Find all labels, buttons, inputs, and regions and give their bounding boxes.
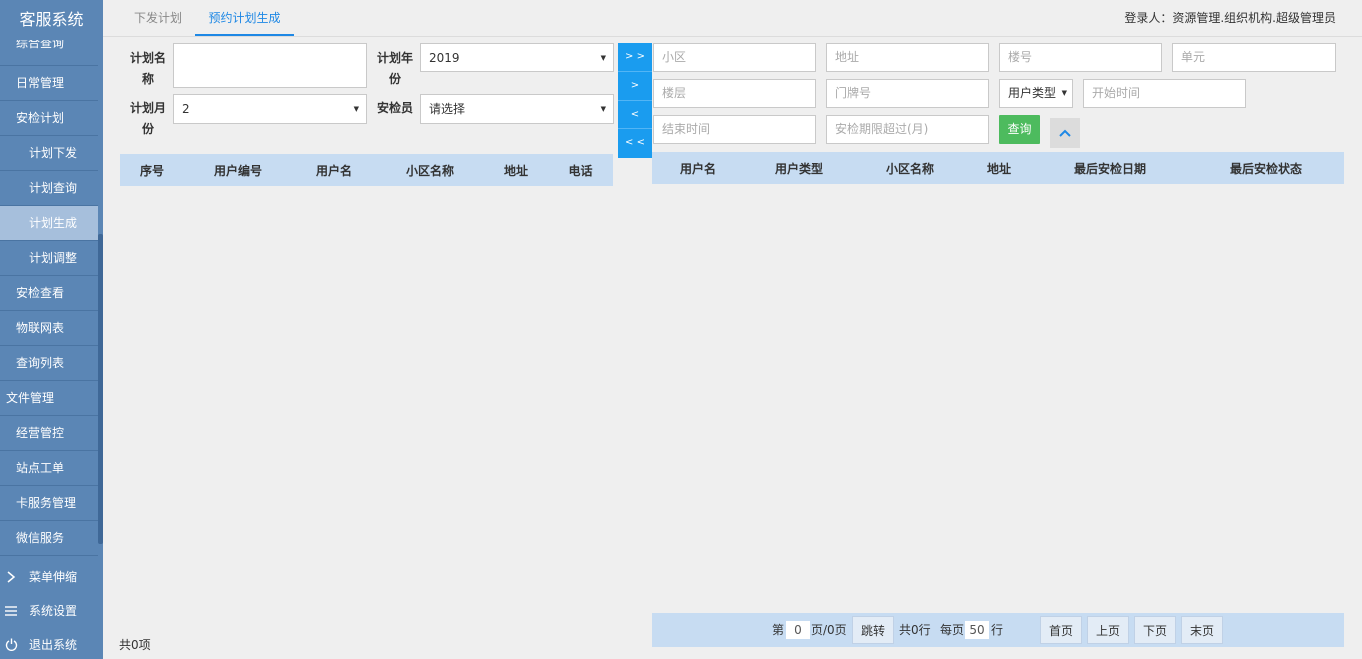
- plan-name-label: 计划名称: [129, 51, 166, 86]
- sidebar-item-site-workorder[interactable]: 站点工单: [0, 451, 98, 486]
- left-table-total: 共0项: [119, 638, 151, 652]
- move-right-button[interactable]: >: [618, 72, 652, 101]
- sidebar-item-plan-adjust[interactable]: 计划调整: [0, 241, 98, 276]
- inspection-period-input[interactable]: 安检期限超过(月): [826, 115, 989, 144]
- sidebar-item-card-service[interactable]: 卡服务管理: [0, 486, 98, 521]
- building-input[interactable]: 楼号: [999, 43, 1162, 72]
- system-settings-label: 系统设置: [29, 604, 78, 618]
- collapse-filter-button[interactable]: [1050, 118, 1080, 148]
- inspector-label: 安检员: [376, 101, 413, 115]
- query-button[interactable]: 查询: [999, 115, 1040, 144]
- end-time-input[interactable]: 结束时间: [653, 115, 816, 144]
- caret-down-icon: ▼: [600, 54, 606, 62]
- page-suffix: 页/0页: [811, 623, 847, 637]
- sidebar-item-inspection-view[interactable]: 安检查看: [0, 276, 98, 311]
- move-left-button[interactable]: <: [618, 101, 652, 130]
- caret-down-icon: ▼: [600, 105, 606, 113]
- user-type-value: 用户类型: [1008, 86, 1057, 100]
- menu-collapse-button[interactable]: 菜单伸缩: [0, 560, 103, 594]
- menu-icon: [4, 594, 18, 631]
- chevron-right-icon: [4, 560, 18, 598]
- sidebar-item-plan-query[interactable]: 计划查询: [0, 171, 98, 206]
- per-page-suffix: 行: [991, 623, 1004, 637]
- tab-reservation-plan[interactable]: 预约计划生成: [195, 0, 294, 36]
- login-info: 登录人：资源管理.组织机构.超级管理员: [1124, 11, 1336, 25]
- sidebar-item-wechat[interactable]: 微信服务: [0, 521, 98, 556]
- plan-month-select[interactable]: 2 ▼: [173, 94, 367, 124]
- door-number-input[interactable]: 门牌号: [826, 79, 989, 108]
- start-time-input[interactable]: 开始时间: [1083, 79, 1246, 108]
- column-header[interactable]: 最后安检日期: [1032, 160, 1188, 177]
- per-page-prefix: 每页: [940, 623, 965, 637]
- address-input[interactable]: 地址: [826, 43, 989, 72]
- sidebar-item-plan-issue[interactable]: 计划下发: [0, 136, 98, 171]
- page-number-input[interactable]: 0: [786, 621, 810, 639]
- column-header[interactable]: 用户编号: [184, 162, 292, 179]
- plan-month-value: 2: [182, 102, 190, 116]
- sidebar: 客服系统 综合查询 日常管理 安检计划 计划下发 计划查询 计划生成 计划调整 …: [0, 0, 103, 659]
- column-header[interactable]: 地址: [966, 160, 1032, 177]
- plan-month-label: 计划月份: [129, 101, 166, 136]
- column-header[interactable]: 用户名: [292, 162, 376, 179]
- sidebar-item-file-management[interactable]: 文件管理: [0, 381, 98, 416]
- move-all-left-button[interactable]: < <: [618, 129, 652, 158]
- last-page-button[interactable]: 末页: [1181, 616, 1223, 644]
- move-all-right-button[interactable]: > >: [618, 43, 652, 72]
- pagination: 第 0 页/0页 跳转 共0行 每页 50 行 首页 上页 下页 末页: [652, 613, 1344, 647]
- column-header[interactable]: 用户名: [652, 160, 744, 177]
- jump-button[interactable]: 跳转: [852, 616, 894, 644]
- plan-year-value: 2019: [429, 51, 460, 65]
- plan-year-label: 计划年份: [376, 51, 413, 86]
- caret-down-icon: ▼: [1061, 89, 1067, 97]
- column-header[interactable]: 小区名称: [376, 162, 484, 179]
- tab-bar: 下发计划 预约计划生成 登录人：资源管理.组织机构.超级管理员: [103, 0, 1362, 37]
- user-type-select[interactable]: 用户类型 ▼: [999, 79, 1073, 108]
- first-page-button[interactable]: 首页: [1040, 616, 1082, 644]
- sidebar-item-inspection-plan[interactable]: 安检计划: [0, 101, 98, 136]
- sidebar-nav: 日常管理 安检计划 计划下发 计划查询 计划生成 计划调整 安检查看 物联网表 …: [0, 66, 98, 556]
- prev-page-button[interactable]: 上页: [1087, 616, 1129, 644]
- left-table-header: 序号 用户编号 用户名 小区名称 地址 电话: [120, 154, 613, 186]
- plan-year-select[interactable]: 2019 ▼: [420, 43, 614, 72]
- sidebar-scrollbar[interactable]: [98, 234, 103, 544]
- sidebar-item-label: 综合查询: [16, 40, 65, 50]
- column-header[interactable]: 最后安检状态: [1188, 160, 1344, 177]
- next-page-button[interactable]: 下页: [1134, 616, 1176, 644]
- transfer-controls: > > > < < <: [618, 43, 652, 158]
- column-header[interactable]: 用户类型: [744, 160, 854, 177]
- chevron-up-icon: [1059, 127, 1071, 141]
- column-header[interactable]: 序号: [120, 162, 184, 179]
- sidebar-item-query-list[interactable]: 查询列表: [0, 346, 98, 381]
- floor-input[interactable]: 楼层: [653, 79, 816, 108]
- page-prefix: 第: [772, 623, 785, 637]
- menu-collapse-label: 菜单伸缩: [29, 570, 78, 584]
- per-page-input[interactable]: 50: [965, 621, 989, 639]
- total-rows: 共0行: [899, 623, 931, 637]
- plan-name-input[interactable]: [173, 43, 367, 88]
- column-header[interactable]: 地址: [484, 162, 548, 179]
- inspector-select[interactable]: 请选择 ▼: [420, 94, 614, 124]
- column-header[interactable]: 小区名称: [854, 160, 966, 177]
- community-input[interactable]: 小区: [653, 43, 816, 72]
- right-table-header: 用户名 用户类型 小区名称 地址 最后安检日期 最后安检状态: [652, 152, 1344, 184]
- logout-button[interactable]: 退出系统: [0, 628, 103, 659]
- system-settings-button[interactable]: 系统设置: [0, 594, 103, 628]
- tab-issue-plan[interactable]: 下发计划: [134, 0, 182, 36]
- sidebar-item-plan-generate[interactable]: 计划生成: [0, 206, 98, 241]
- sidebar-item-business-control[interactable]: 经营管控: [0, 416, 98, 451]
- sidebar-item-iot-meter[interactable]: 物联网表: [0, 311, 98, 346]
- column-header[interactable]: 电话: [548, 162, 613, 179]
- sidebar-item-daily[interactable]: 日常管理: [0, 66, 98, 101]
- logout-label: 退出系统: [29, 638, 78, 652]
- app-title: 客服系统: [0, 0, 103, 40]
- inspector-value: 请选择: [429, 102, 466, 116]
- power-icon: [4, 628, 18, 659]
- sidebar-item-overview[interactable]: 综合查询: [0, 40, 98, 66]
- unit-input[interactable]: 单元: [1172, 43, 1336, 72]
- caret-down-icon: ▼: [353, 105, 359, 113]
